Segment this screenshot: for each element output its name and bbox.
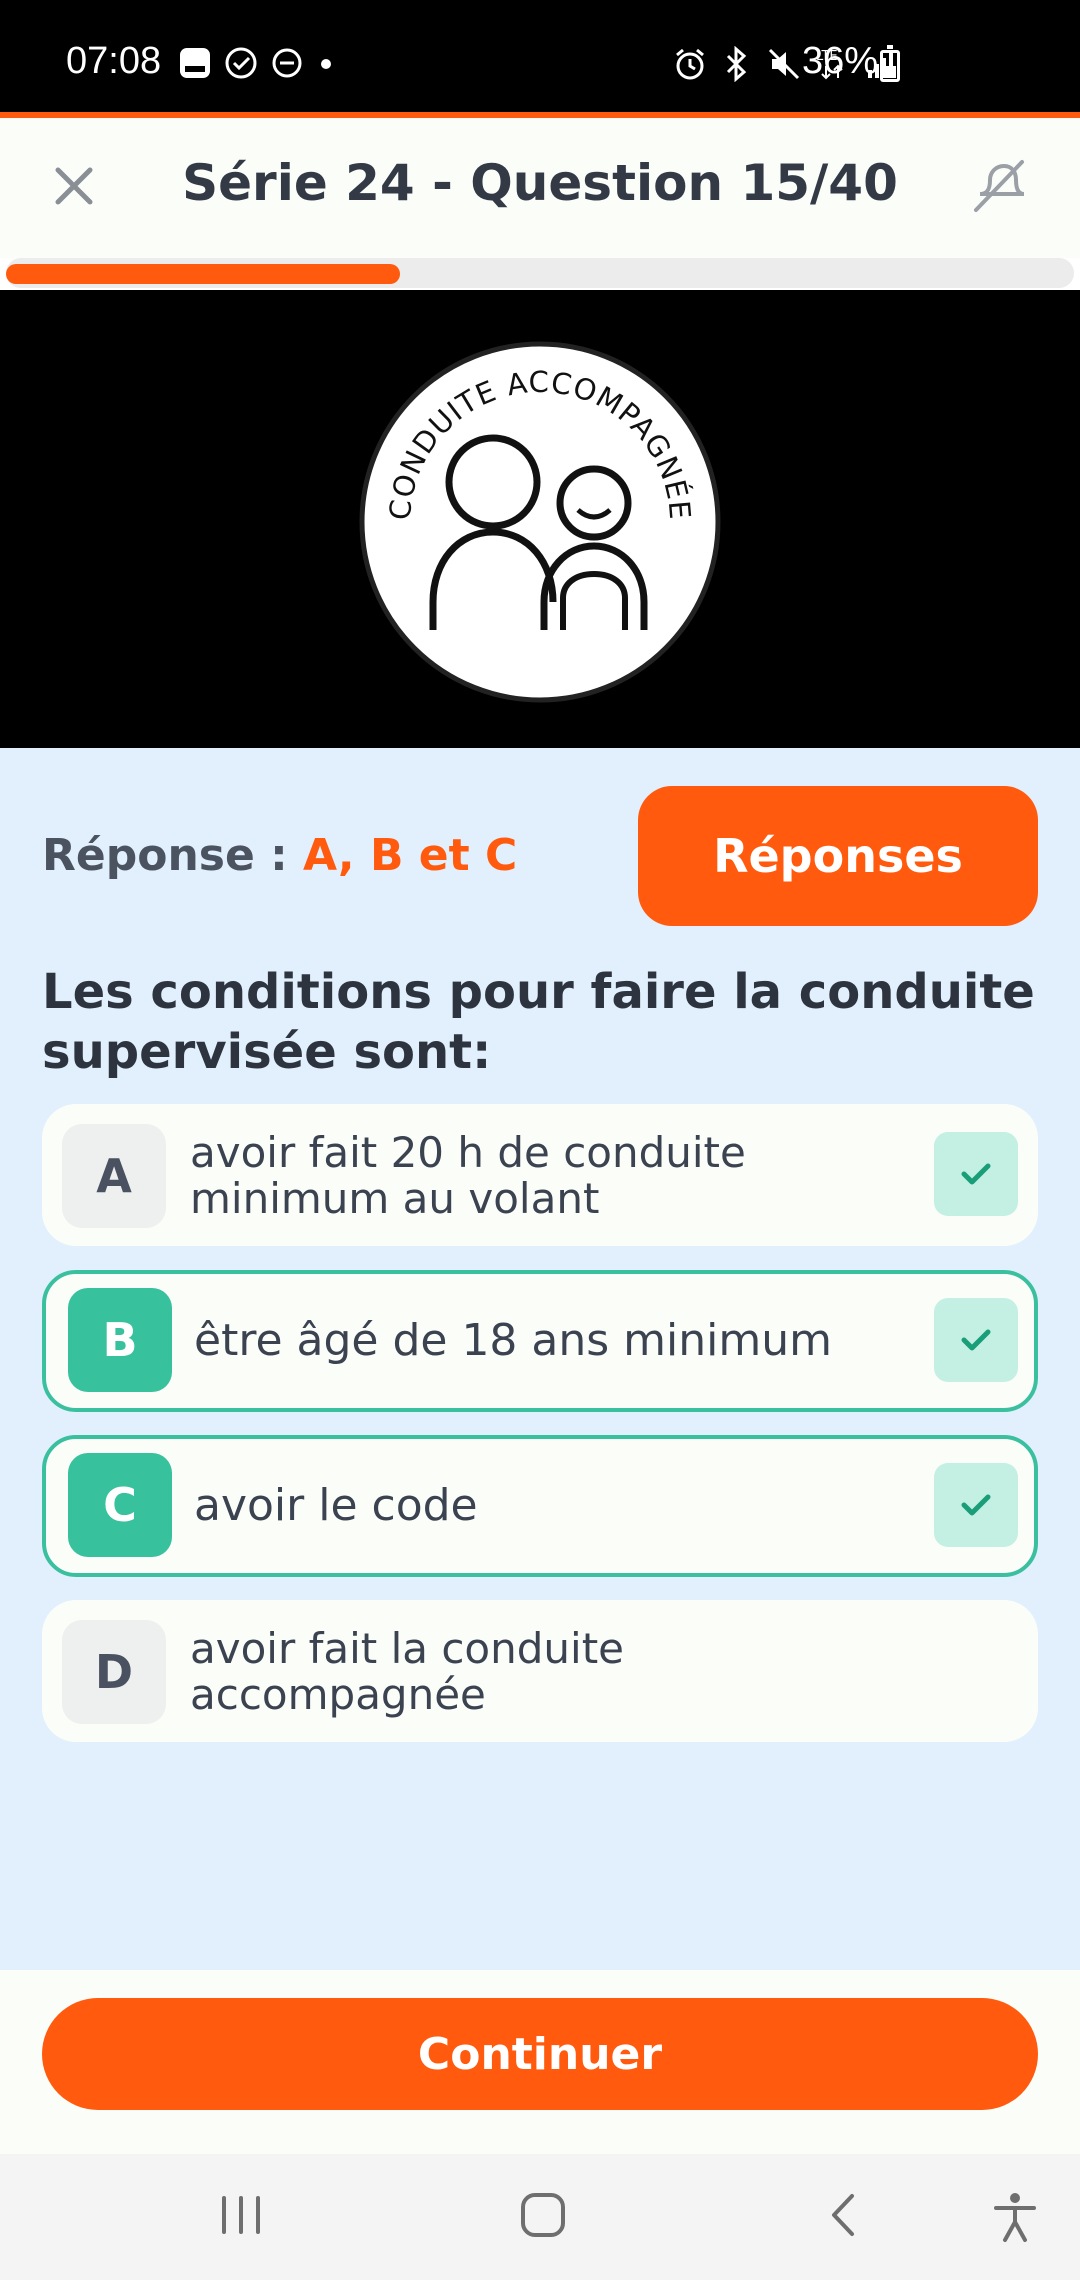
check-circle-icon: [225, 47, 257, 79]
responses-button[interactable]: Réponses: [638, 786, 1038, 926]
check-icon: [934, 1298, 1018, 1382]
dnd-icon: [272, 48, 302, 78]
status-time: 07:08: [66, 40, 162, 82]
battery-percent: 36%: [802, 40, 879, 82]
conduite-accompagnee-sign: CONDUITE ACCOMPAGNÉE: [359, 341, 721, 703]
system-nav-bar: [0, 2154, 1080, 2280]
message-icon: [180, 48, 210, 78]
option-letter: D: [62, 1620, 166, 1724]
answer-label: Réponse :: [42, 830, 288, 881]
option-c[interactable]: C avoir le code: [42, 1435, 1038, 1577]
option-b[interactable]: B être âgé de 18 ans minimum: [42, 1270, 1038, 1412]
recent-apps-icon[interactable]: [218, 2190, 264, 2240]
mute-icon: [768, 48, 800, 80]
progress-fill: [6, 264, 400, 284]
answer-value: A, B et C: [303, 830, 518, 881]
check-icon: [934, 1463, 1018, 1547]
status-bar: 07:08 LTE 36%: [0, 0, 1080, 112]
sound-off-icon[interactable]: [968, 156, 1028, 216]
option-d[interactable]: D avoir fait la conduite accompagnée: [42, 1600, 1038, 1742]
page-title: Série 24 - Question 15/40: [182, 154, 898, 212]
continue-button[interactable]: Continuer: [42, 1998, 1038, 2110]
option-text: avoir fait 20 h de conduite minimum au v…: [190, 1128, 746, 1223]
header: Série 24 - Question 15/40: [0, 118, 1080, 258]
dot-icon: [321, 59, 331, 69]
back-icon[interactable]: [820, 2190, 866, 2240]
bluetooth-icon: [726, 46, 747, 82]
answer-line: Réponse : A, B et C: [42, 830, 517, 881]
battery-icon: [880, 45, 900, 82]
question-text: Les conditions pour faire la conduite su…: [42, 964, 1035, 1080]
option-a[interactable]: A avoir fait 20 h de conduite minimum au…: [42, 1104, 1038, 1246]
alarm-icon: [676, 48, 704, 80]
option-letter: C: [68, 1453, 172, 1557]
option-letter: B: [68, 1288, 172, 1392]
option-text: être âgé de 18 ans minimum: [194, 1315, 832, 1366]
notification-icons: [178, 46, 336, 80]
check-icon: [934, 1132, 1018, 1216]
home-icon[interactable]: [518, 2190, 568, 2240]
option-letter: A: [62, 1124, 166, 1228]
option-text: avoir le code: [194, 1480, 478, 1531]
accessibility-icon[interactable]: [990, 2190, 1040, 2244]
option-text: avoir fait la conduite accompagnée: [190, 1624, 625, 1719]
